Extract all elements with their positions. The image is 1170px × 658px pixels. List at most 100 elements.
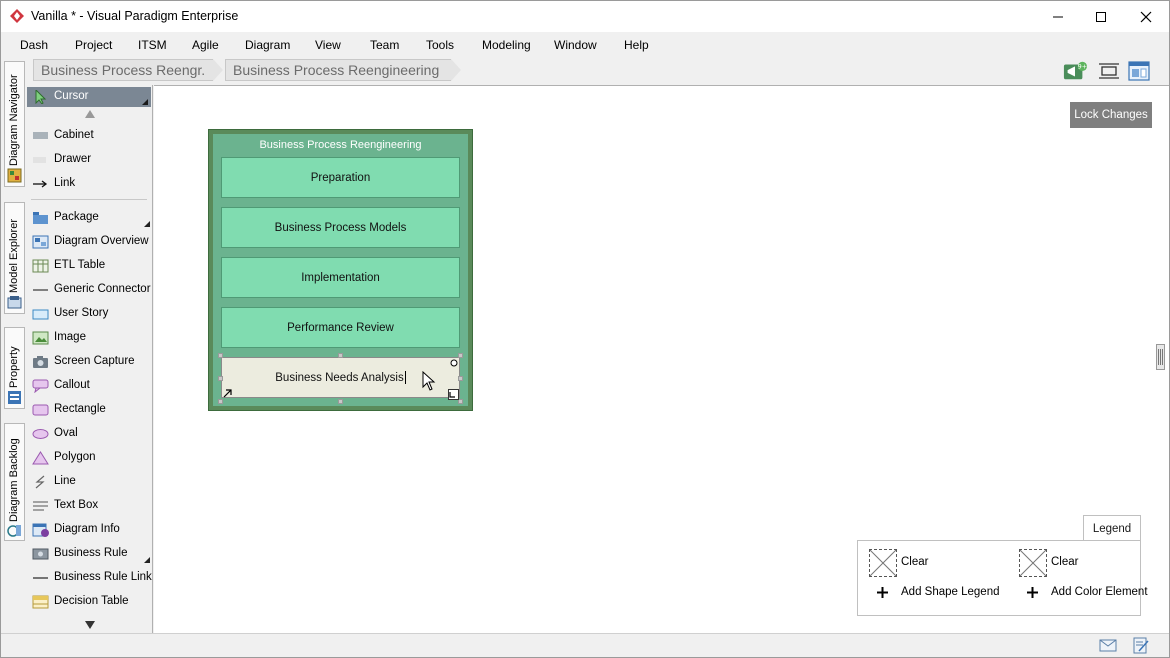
palette-label: Link <box>54 177 76 189</box>
resize-handle[interactable] <box>218 353 223 358</box>
breadcrumb-item-diagram[interactable]: Business Process Reengineering <box>225 59 451 81</box>
menu-window[interactable]: Window <box>554 38 597 52</box>
menu-project[interactable]: Project <box>75 38 112 52</box>
tab-property[interactable]: Property <box>4 327 25 409</box>
fit-to-window-button[interactable] <box>1097 60 1121 82</box>
palette-item-cabinet[interactable]: Cabinet <box>27 125 153 147</box>
palette-item-drawer[interactable]: Drawer <box>27 149 153 171</box>
palette-item-polygon[interactable]: Polygon <box>27 447 153 469</box>
palette-item-generic-connector[interactable]: Generic Connector <box>27 279 153 301</box>
palette-item-text-box[interactable]: Text Box <box>27 495 153 517</box>
model-explorer-icon <box>7 296 22 309</box>
palette-item-image[interactable]: Image <box>27 327 153 349</box>
process-step[interactable]: Performance Review <box>221 307 460 348</box>
breadcrumb-item-project[interactable]: Business Process Reengr. <box>33 59 213 81</box>
breadcrumb-separator <box>213 59 223 81</box>
palette-item-diagram-info[interactable]: Diagram Info <box>27 519 153 541</box>
maximize-button[interactable] <box>1078 1 1124 32</box>
inline-editor-text[interactable]: Business Needs Analysis <box>275 372 403 384</box>
palette-item-oval[interactable]: Oval <box>27 423 153 445</box>
tab-diagram-navigator[interactable]: Diagram Navigator <box>4 61 25 187</box>
menu-team[interactable]: Team <box>370 38 399 52</box>
minimize-button[interactable] <box>1035 1 1081 32</box>
resize-handle[interactable] <box>338 399 343 404</box>
edit-document-icon[interactable] <box>1133 637 1149 654</box>
menu-modeling[interactable]: Modeling <box>482 38 531 52</box>
diagram-overview-icon <box>32 235 49 249</box>
palette-item-business-rule-link[interactable]: Business Rule Link <box>27 567 153 589</box>
palette-item-screen-capture[interactable]: Screen Capture <box>27 351 153 373</box>
breadcrumb: Business Process Reengr. Business Proces… <box>29 58 1169 84</box>
palette-item-etl-table[interactable]: ETL Table <box>27 255 153 277</box>
add-shape-legend-button[interactable]: Add Shape Legend <box>901 586 999 598</box>
palette-item-package[interactable]: Package <box>27 207 153 229</box>
text-caret <box>404 371 406 384</box>
splitter-grip[interactable] <box>1156 344 1165 370</box>
etl-table-icon <box>32 259 49 273</box>
palette-label: Package <box>54 211 99 223</box>
legend-clear-left[interactable]: Clear <box>901 556 928 568</box>
breadcrumb-separator <box>451 59 461 81</box>
menu-dash[interactable]: Dash <box>20 38 48 52</box>
palette-item-user-story[interactable]: User Story <box>27 303 153 325</box>
submenu-indicator <box>144 221 150 227</box>
palette-label: Polygon <box>54 451 96 463</box>
process-step[interactable]: Implementation <box>221 257 460 298</box>
palette-label: Text Box <box>54 499 99 511</box>
lock-changes-button[interactable]: Lock Changes <box>1070 102 1152 128</box>
tab-diagram-backlog[interactable]: Diagram Backlog <box>4 423 25 541</box>
menu-help[interactable]: Help <box>624 38 649 52</box>
resize-handle[interactable] <box>458 376 463 381</box>
palette-item-decision-table[interactable]: Decision Table <box>27 591 153 613</box>
clear-shape-icon[interactable] <box>869 549 897 577</box>
scroll-up-icon[interactable] <box>85 110 95 118</box>
legend-tab[interactable]: Legend <box>1083 515 1141 541</box>
resize-handle[interactable] <box>218 399 223 404</box>
text-box-icon <box>33 501 48 511</box>
palette-label: Oval <box>54 427 78 439</box>
palette-item-cursor[interactable]: Cursor <box>27 87 151 107</box>
resize-handle[interactable] <box>458 353 463 358</box>
palette-item-business-rule[interactable]: Business Rule <box>27 543 153 565</box>
notifications-button[interactable]: 9+ <box>1063 60 1087 82</box>
menu-diagram[interactable]: Diagram <box>245 38 290 52</box>
legend-clear-right[interactable]: Clear <box>1051 556 1078 568</box>
connector-line-icon <box>33 289 48 291</box>
plus-icon[interactable] <box>877 587 888 598</box>
palette-item-diagram-overview[interactable]: Diagram Overview <box>27 231 153 253</box>
process-container[interactable]: Business Process Reengineering Preparati… <box>208 129 473 411</box>
menu-view[interactable]: View <box>315 38 341 52</box>
resource-link-icon[interactable] <box>223 389 232 398</box>
zoom-lens-icon[interactable] <box>450 359 458 367</box>
palette-cursor-label: Cursor <box>54 90 89 102</box>
process-container-body: Business Process Reengineering Preparati… <box>213 134 468 406</box>
menu-tools[interactable]: Tools <box>426 38 454 52</box>
close-icon <box>1140 11 1152 22</box>
palette-item-link[interactable]: Link <box>27 173 153 195</box>
resize-handle[interactable] <box>218 376 223 381</box>
menu-itsm[interactable]: ITSM <box>138 38 167 52</box>
minimize-icon <box>1053 16 1063 17</box>
menu-agile[interactable]: Agile <box>192 38 219 52</box>
tab-diagram-navigator-label: Diagram Navigator <box>8 74 20 166</box>
palette-label: Business Rule Link <box>54 571 152 583</box>
resource-catalog-icon[interactable] <box>448 389 459 400</box>
diagram-canvas[interactable]: Lock Changes Business Process Reengineer… <box>154 85 1169 633</box>
clear-color-icon[interactable] <box>1019 549 1047 577</box>
palette-item-line[interactable]: Line <box>27 471 153 493</box>
layout-button[interactable] <box>1127 60 1151 82</box>
plus-icon[interactable] <box>1027 587 1038 598</box>
camera-icon <box>33 356 48 368</box>
add-color-element-button[interactable]: Add Color Element <box>1051 586 1148 598</box>
palette-label: Diagram Overview <box>54 235 149 247</box>
tab-diagram-backlog-label: Diagram Backlog <box>8 438 20 522</box>
scroll-down-icon[interactable] <box>85 621 95 629</box>
tab-model-explorer[interactable]: Model Explorer <box>4 202 25 314</box>
process-step[interactable]: Preparation <box>221 157 460 198</box>
close-button[interactable] <box>1123 1 1169 32</box>
palette-item-callout[interactable]: Callout <box>27 375 153 397</box>
resize-handle[interactable] <box>338 353 343 358</box>
process-step[interactable]: Business Process Models <box>221 207 460 248</box>
mail-icon[interactable] <box>1099 639 1117 652</box>
palette-item-rectangle[interactable]: Rectangle <box>27 399 153 421</box>
